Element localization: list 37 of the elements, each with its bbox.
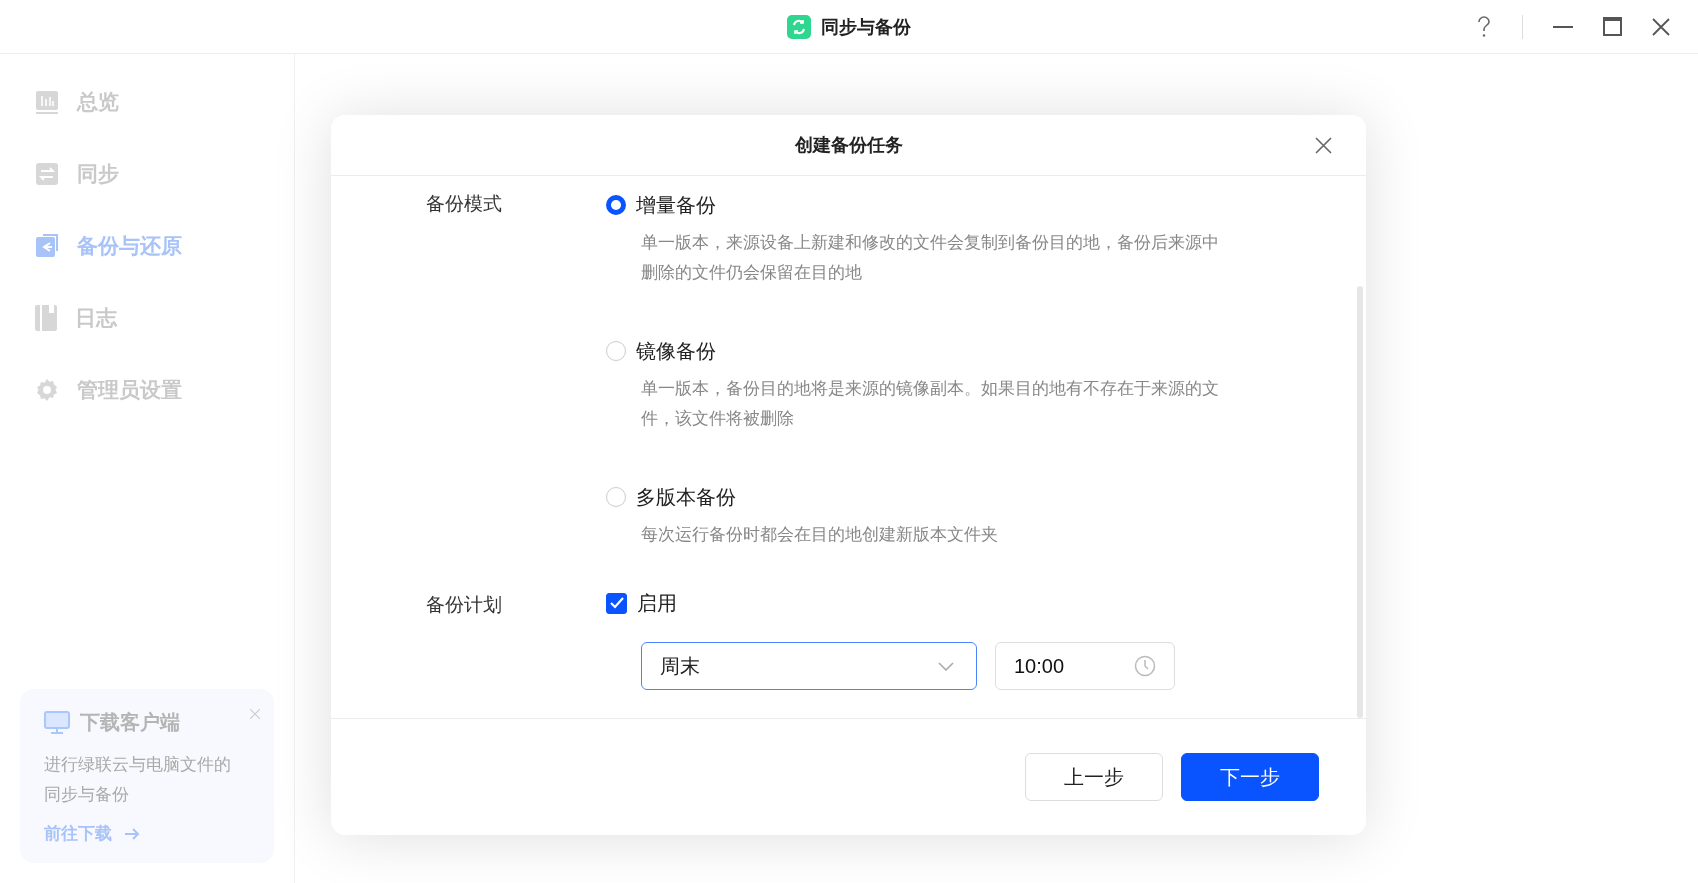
bar-chart-icon (35, 90, 59, 114)
app-logo-icon (787, 14, 811, 39)
scrollbar[interactable] (1357, 286, 1363, 718)
notebook-icon (35, 305, 57, 331)
option-description: 单一版本，备份目的地将是来源的镜像副本。如果目的地有不存在于来源的文件，该文件将被删除 (641, 378, 1220, 430)
time-field[interactable]: 10:00 (995, 642, 1175, 690)
option-description: 每次运行备份时都会在目的地创建新版本文件夹 (641, 524, 999, 546)
radio-label: 增量备份 (636, 192, 716, 218)
checkbox[interactable] (606, 592, 627, 614)
promo-text: 进行绿联云与电脑文件的同步与备份 (44, 754, 232, 806)
option-description: 单一版本，来源设备上新建和修改的文件会复制到备份目的地，备份后来源中删除的文件仍会保留在目的地 (641, 232, 1220, 284)
radio-label: 多版本备份 (636, 484, 736, 510)
maximize-icon[interactable] (1603, 17, 1622, 36)
window-title: 同步与备份 (821, 15, 911, 39)
sync-arrows-icon (35, 162, 59, 186)
close-icon[interactable] (1315, 137, 1332, 154)
next-button[interactable]: 下一步 (1181, 753, 1319, 801)
radio-label: 镜像备份 (636, 338, 716, 364)
frequency-dropdown[interactable]: 周末 (641, 642, 977, 690)
sidebar-item[interactable]: 备份与还原 (0, 232, 294, 260)
monitor-icon (44, 710, 70, 735)
radio-button[interactable] (606, 195, 626, 215)
checkbox-label: 启用 (637, 590, 677, 616)
back-button[interactable]: 上一步 (1025, 753, 1163, 801)
field-label: 备份计划 (426, 593, 503, 617)
minimize-icon[interactable] (1553, 25, 1573, 28)
promo-title: 下载客户端 (80, 710, 180, 735)
settings-icon (35, 378, 59, 402)
help-icon[interactable] (1476, 15, 1492, 38)
field-label: 备份模式 (426, 192, 503, 216)
clock-icon (1134, 655, 1156, 677)
close-icon[interactable] (1652, 17, 1670, 36)
backup-icon (35, 234, 59, 258)
download-link[interactable]: 前往下载 (44, 822, 140, 845)
arrow-right-icon (124, 826, 140, 841)
chevron-down-icon (938, 661, 954, 671)
dialog-title: 创建备份任务 (794, 134, 903, 157)
